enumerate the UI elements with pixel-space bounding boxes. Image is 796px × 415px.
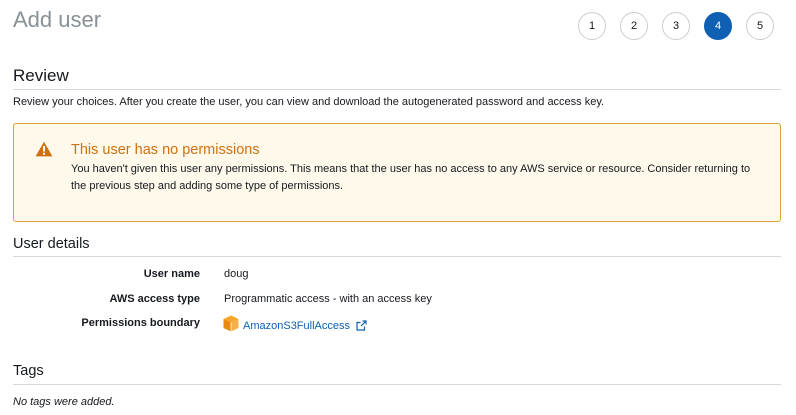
warning-icon (35, 141, 53, 157)
wizard-step-4-active[interactable]: 4 (704, 12, 732, 40)
user-details-divider (13, 256, 781, 257)
wizard-step-5[interactable]: 5 (746, 12, 774, 40)
review-divider (13, 89, 781, 90)
no-tags-text: No tags were added. (13, 396, 115, 408)
permissions-boundary-label: Permissions boundary (81, 317, 200, 329)
access-type-value: Programmatic access - with an access key (224, 293, 432, 305)
wizard-step-2[interactable]: 2 (620, 12, 648, 40)
user-details-heading: User details (13, 236, 90, 252)
amazon-s3-full-access-link[interactable]: AmazonS3FullAccess (243, 320, 350, 332)
user-name-value: doug (224, 268, 249, 280)
user-name-label: User name (143, 268, 200, 280)
alert-body: You haven't given this user any permissi… (71, 163, 751, 192)
policy-cube-icon (223, 315, 239, 332)
review-heading: Review (13, 66, 69, 85)
wizard-step-1[interactable]: 1 (578, 12, 606, 40)
tags-heading: Tags (13, 363, 44, 379)
access-type-label: AWS access type (109, 293, 201, 305)
page-title: Add user (13, 7, 102, 32)
wizard-step-3[interactable]: 3 (662, 12, 690, 40)
alert-title: This user has no permissions (71, 142, 260, 158)
external-link-icon[interactable] (356, 320, 367, 331)
review-description: Review your choices. After you create th… (13, 96, 605, 108)
no-permissions-alert: This user has no permissions You haven't… (13, 123, 781, 222)
tags-divider (13, 384, 781, 385)
